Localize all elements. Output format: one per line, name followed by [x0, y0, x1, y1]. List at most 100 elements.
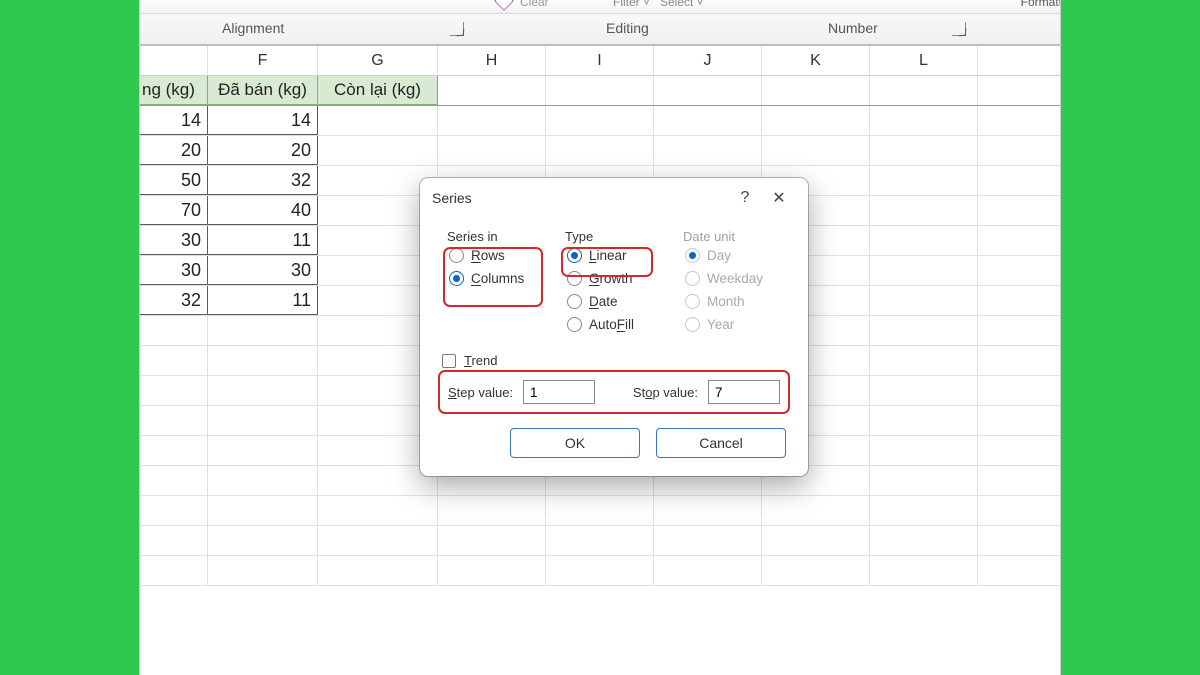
cell[interactable] [208, 406, 318, 435]
filter-button-label[interactable]: Filter ˅ [613, 0, 650, 9]
cell[interactable] [140, 496, 208, 525]
cell[interactable] [654, 136, 762, 165]
cell[interactable] [140, 436, 208, 465]
cell[interactable] [654, 106, 762, 135]
cell[interactable]: 20 [208, 136, 318, 165]
cell[interactable] [870, 376, 978, 405]
cell[interactable] [140, 346, 208, 375]
cell[interactable]: 14 [208, 106, 318, 135]
column-header-K[interactable]: K [762, 46, 870, 75]
cell[interactable] [870, 466, 978, 495]
radio-linear[interactable]: Linear [565, 244, 657, 267]
cell[interactable]: 40 [208, 196, 318, 225]
cell[interactable] [438, 106, 546, 135]
column-header-corner[interactable] [140, 46, 208, 75]
column-header-L[interactable]: L [870, 46, 978, 75]
cell[interactable] [870, 196, 978, 225]
radio-rows[interactable]: Rows [447, 244, 539, 267]
cell[interactable] [438, 76, 546, 105]
help-icon[interactable]: ? [728, 189, 762, 207]
cell[interactable] [546, 106, 654, 135]
cancel-button[interactable]: Cancel [656, 428, 786, 458]
cell[interactable] [438, 526, 546, 555]
cell[interactable] [546, 136, 654, 165]
column-header-row[interactable]: FGHIJKL [140, 46, 1060, 76]
cell[interactable] [870, 166, 978, 195]
cell[interactable] [762, 496, 870, 525]
cell[interactable] [546, 76, 654, 105]
format-button-partial[interactable]: Formatt [1021, 0, 1060, 9]
cell[interactable] [654, 526, 762, 555]
header-cell-f[interactable]: Đã bán (kg) [208, 76, 318, 105]
radio-columns[interactable]: Columns [447, 267, 539, 290]
header-cell-g[interactable]: Còn lại (kg) [318, 76, 438, 105]
cell[interactable] [318, 556, 438, 585]
cell[interactable]: 30 [140, 226, 208, 255]
cell[interactable] [546, 496, 654, 525]
trend-checkbox-row[interactable]: Trend [438, 347, 790, 370]
cell[interactable] [140, 556, 208, 585]
column-header-F[interactable]: F [208, 46, 318, 75]
cell[interactable] [870, 556, 978, 585]
spreadsheet-area[interactable]: FGHIJKL ng (kg) Đã bán (kg) Còn lại (kg)… [140, 46, 1060, 675]
radio-growth[interactable]: Growth [565, 267, 657, 290]
cell[interactable] [870, 406, 978, 435]
dialog-titlebar[interactable]: Series ? ✕ [420, 178, 808, 218]
cell[interactable] [318, 496, 438, 525]
cell[interactable] [318, 136, 438, 165]
cell[interactable] [870, 316, 978, 345]
cell[interactable] [208, 316, 318, 345]
cell[interactable] [870, 346, 978, 375]
cell[interactable]: 30 [140, 256, 208, 285]
alignment-launcher-icon[interactable] [450, 22, 464, 36]
cell[interactable] [438, 556, 546, 585]
close-icon[interactable]: ✕ [762, 188, 796, 208]
cell[interactable] [546, 526, 654, 555]
cell[interactable] [318, 526, 438, 555]
cell[interactable]: 20 [140, 136, 208, 165]
cell[interactable]: 32 [208, 166, 318, 195]
header-cell-e-tail[interactable]: ng (kg) [140, 76, 208, 105]
cell[interactable] [140, 376, 208, 405]
cell[interactable] [140, 406, 208, 435]
cell[interactable] [870, 496, 978, 525]
cell[interactable] [208, 526, 318, 555]
cell[interactable] [762, 556, 870, 585]
cell[interactable] [870, 226, 978, 255]
column-header-H[interactable]: H [438, 46, 546, 75]
cell[interactable] [546, 556, 654, 585]
cell[interactable] [870, 526, 978, 555]
radio-autofill[interactable]: AutoFill [565, 313, 657, 336]
cell[interactable] [208, 346, 318, 375]
cell[interactable]: 14 [140, 106, 208, 135]
step-value-input[interactable] [523, 380, 595, 404]
cell[interactable] [208, 556, 318, 585]
clear-button-label[interactable]: Clear [520, 0, 549, 9]
cell[interactable] [762, 106, 870, 135]
column-header-G[interactable]: G [318, 46, 438, 75]
cell[interactable] [870, 436, 978, 465]
cell[interactable]: 32 [140, 286, 208, 315]
cell[interactable]: 30 [208, 256, 318, 285]
cell[interactable]: 11 [208, 286, 318, 315]
cell[interactable] [208, 466, 318, 495]
cell[interactable] [870, 256, 978, 285]
cell[interactable] [870, 106, 978, 135]
cell[interactable] [762, 136, 870, 165]
radio-date[interactable]: Date [565, 290, 657, 313]
cell[interactable] [762, 76, 870, 105]
cell[interactable] [870, 286, 978, 315]
cell[interactable] [208, 376, 318, 405]
select-button-label[interactable]: Select ˅ [660, 0, 704, 9]
cell[interactable] [654, 496, 762, 525]
cell[interactable] [762, 526, 870, 555]
cell[interactable]: 11 [208, 226, 318, 255]
cell[interactable]: 70 [140, 196, 208, 225]
ok-button[interactable]: OK [510, 428, 640, 458]
cell[interactable] [140, 466, 208, 495]
cell[interactable] [870, 76, 978, 105]
cell[interactable] [140, 316, 208, 345]
cell[interactable] [654, 556, 762, 585]
column-header-J[interactable]: J [654, 46, 762, 75]
cell[interactable] [208, 496, 318, 525]
